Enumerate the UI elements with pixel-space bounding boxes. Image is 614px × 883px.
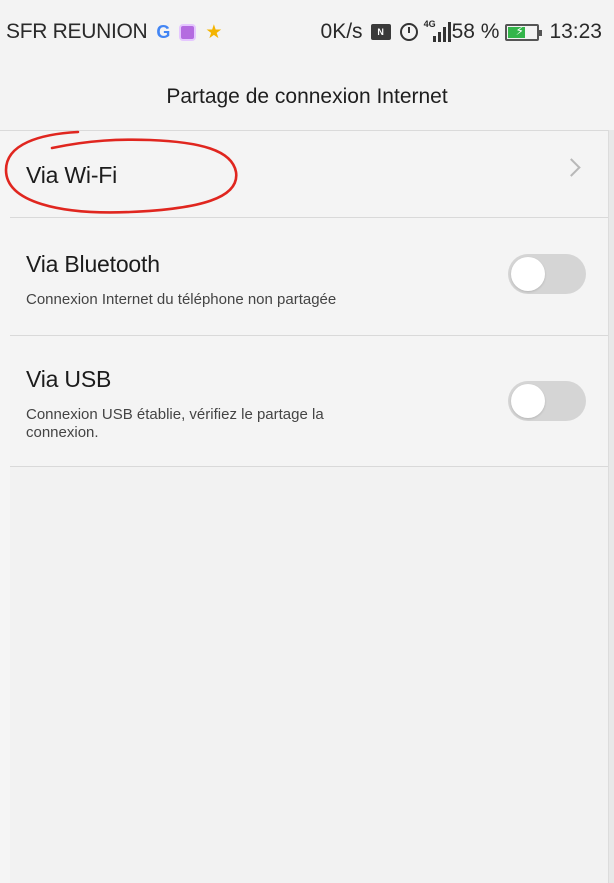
via-usb-label: Via USB — [26, 366, 112, 392]
battery-icon: ⚡ — [505, 23, 543, 41]
via-usb-item: Via USB Connexion USB établie, vérifiez … — [10, 336, 608, 467]
app-icon — [179, 23, 197, 41]
page-title: Partage de connexion Internet — [166, 85, 448, 108]
page-title-bar: Partage de connexion Internet — [0, 64, 614, 130]
via-bluetooth-item: Via Bluetooth Connexion Internet du télé… — [10, 218, 608, 336]
tethering-screen: SFR REUNION G ★ 0K/s N 4G 58 % ⚡ 13:23 P… — [0, 0, 614, 883]
bluetooth-tethering-toggle[interactable] — [508, 254, 586, 294]
network-speed: 0K/s — [320, 20, 363, 43]
via-wifi-label: Via Wi-Fi — [26, 162, 118, 188]
toggle-knob — [511, 384, 545, 418]
via-bluetooth-label: Via Bluetooth — [26, 251, 160, 277]
clock: 13:23 — [549, 20, 602, 43]
usb-tethering-toggle[interactable] — [508, 381, 586, 421]
via-bluetooth-status: Connexion Internet du téléphone non part… — [26, 291, 337, 308]
chevron-right-icon — [562, 158, 581, 177]
google-icon: G — [156, 21, 171, 42]
nfc-icon: N — [370, 24, 391, 40]
star-icon: ★ — [205, 21, 223, 43]
via-usb-status-line1: Connexion USB établie, vérifiez le parta… — [26, 406, 324, 423]
toggle-knob — [511, 257, 545, 291]
via-wifi-item[interactable]: Via Wi-Fi — [10, 131, 608, 218]
signal-icon: 4G — [423, 19, 451, 43]
right-edge — [608, 0, 614, 883]
network-type-label: 4G — [423, 19, 436, 29]
charging-bolt-icon: ⚡ — [515, 23, 524, 38]
carrier-name: SFR REUNION — [6, 20, 148, 43]
left-edge — [0, 0, 10, 883]
battery-percent: 58 % — [451, 20, 500, 43]
alarm-icon — [399, 23, 418, 41]
status-bar: SFR REUNION G ★ 0K/s N 4G 58 % ⚡ 13:23 — [0, 0, 614, 64]
via-usb-status-line2: connexion. — [26, 424, 99, 441]
tethering-options-list: Via Wi-Fi Via Bluetooth Connexion Intern… — [10, 131, 608, 467]
